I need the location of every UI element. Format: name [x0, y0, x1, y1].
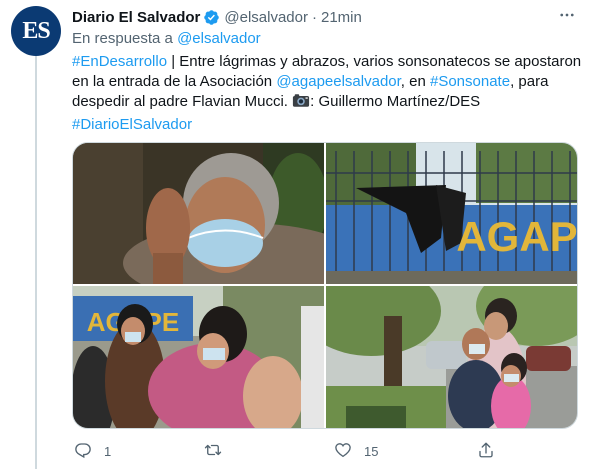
timestamp[interactable]: 21min: [321, 9, 362, 26]
retweet-button[interactable]: [204, 438, 234, 464]
hashtag-link[interactable]: #EnDesarrollo: [72, 53, 167, 70]
tweet-actions: 1 15: [72, 438, 572, 464]
mention-link[interactable]: @agapeelsalvador: [276, 73, 400, 90]
reply-prefix: En respuesta a: [72, 30, 173, 47]
reply-icon: [74, 441, 92, 462]
camera-icon: [292, 92, 310, 115]
avatar-initials: ES: [22, 17, 50, 44]
tweet-text-segment: , en: [400, 73, 430, 90]
reply-mention-link[interactable]: @elsalvador: [177, 30, 261, 47]
tweet-text: #EnDesarrollo | Entre lágrimas y abrazos…: [72, 52, 582, 135]
share-icon: [477, 441, 495, 462]
reply-context: En respuesta a @elsalvador: [72, 30, 261, 47]
separator-dot: ·: [312, 8, 317, 26]
share-button[interactable]: [477, 438, 495, 464]
hashtag-link[interactable]: #DiarioElSalvador: [72, 116, 192, 133]
reply-count: 1: [104, 443, 112, 459]
hashtag-link[interactable]: #Sonsonate: [430, 73, 510, 90]
verified-badge-icon: [203, 9, 220, 26]
tweet-text-segment: : Guillermo Martínez/DES: [310, 93, 481, 110]
like-button[interactable]: 15: [334, 438, 378, 464]
photo-crying-woman[interactable]: [73, 143, 324, 284]
more-options-icon[interactable]: [552, 4, 582, 26]
tweet-header: Diario El Salvador @elsalvador · 21min: [72, 7, 362, 27]
like-count: 15: [364, 443, 379, 459]
media-grid: AGAPE AGAPE: [72, 142, 578, 429]
photo-nun-hugging[interactable]: AGAPE: [73, 286, 324, 428]
photo-child-hugging[interactable]: [326, 286, 577, 428]
avatar[interactable]: ES: [11, 6, 61, 56]
author-handle[interactable]: @elsalvador: [224, 9, 308, 26]
retweet-icon: [204, 441, 222, 462]
agape-sign-text: AGAPE: [456, 213, 578, 260]
heart-icon: [334, 441, 352, 462]
reply-button[interactable]: 1: [74, 438, 111, 464]
thread-line: [35, 56, 37, 469]
author-name[interactable]: Diario El Salvador: [72, 9, 200, 26]
photo-agape-sign[interactable]: AGAPE: [326, 143, 578, 284]
